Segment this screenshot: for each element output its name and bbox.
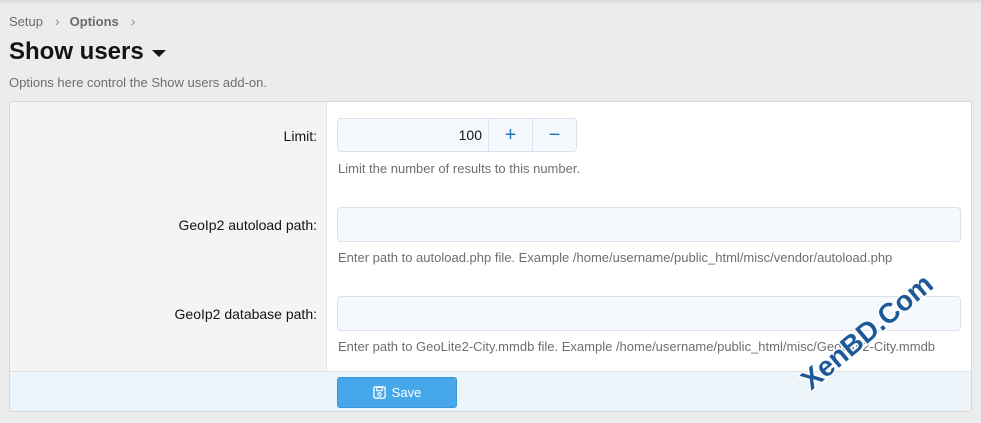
breadcrumb-options[interactable]: Options <box>70 14 119 29</box>
autoload-hint: Enter path to autoload.php file. Example… <box>338 250 893 265</box>
page-description: Options here control the Show users add-… <box>9 75 267 90</box>
save-button[interactable]: Save <box>337 377 457 408</box>
options-panel: Limit: 100 + − Limit the number of resul… <box>9 101 972 412</box>
labels-column <box>10 102 327 371</box>
title-row[interactable]: Show users <box>9 38 166 66</box>
autoload-label: GeoIp2 autoload path: <box>178 217 317 233</box>
limit-input[interactable]: 100 <box>338 119 488 151</box>
chevron-right-icon: › <box>54 13 60 29</box>
autoload-path-input[interactable] <box>337 207 961 242</box>
form-footer: Save <box>10 371 971 411</box>
breadcrumb-setup[interactable]: Setup <box>9 14 43 29</box>
breadcrumb: Setup › Options › <box>9 13 145 29</box>
top-shadow <box>0 0 981 4</box>
database-label: GeoIp2 database path: <box>174 306 317 322</box>
decrement-button[interactable]: − <box>532 119 576 151</box>
limit-hint: Limit the number of results to this numb… <box>338 161 581 176</box>
database-path-input[interactable] <box>337 296 961 331</box>
page-title: Show users <box>9 38 144 65</box>
plus-icon: + <box>504 123 517 146</box>
caret-down-icon[interactable] <box>151 49 166 57</box>
limit-label: Limit: <box>283 128 317 144</box>
save-icon <box>372 386 386 399</box>
increment-button[interactable]: + <box>488 119 532 151</box>
database-hint: Enter path to GeoLite2-City.mmdb file. E… <box>338 339 936 354</box>
minus-icon: − <box>548 123 561 146</box>
save-label: Save <box>391 385 422 400</box>
chevron-right-icon: › <box>130 13 136 29</box>
limit-stepper: 100 + − <box>337 118 577 152</box>
